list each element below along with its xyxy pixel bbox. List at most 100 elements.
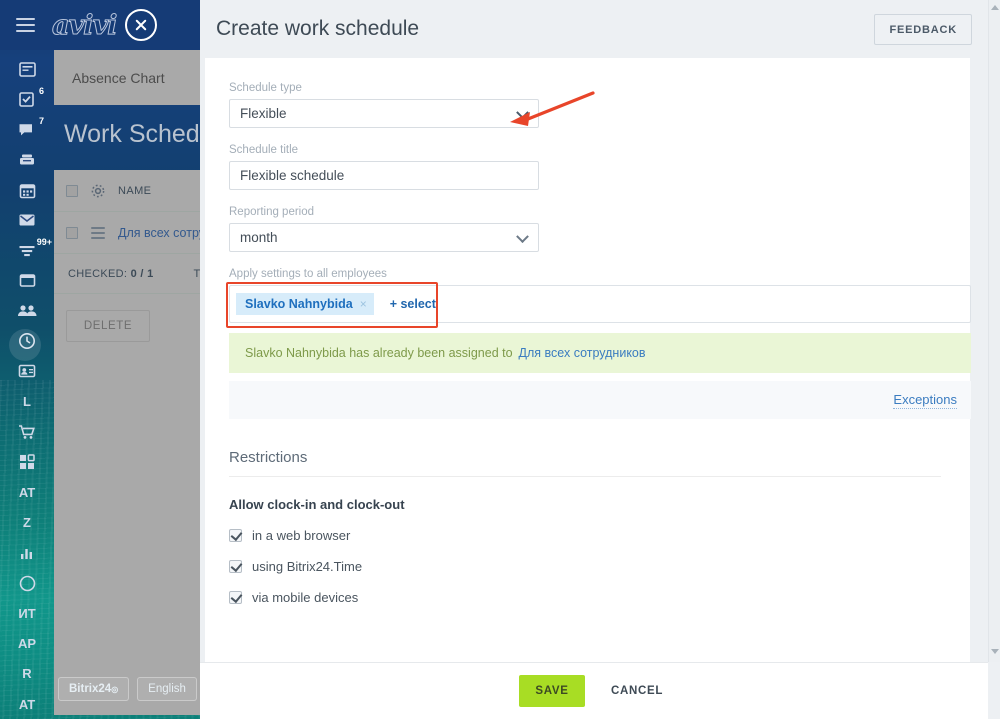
- checkbox-web-browser[interactable]: [229, 529, 242, 542]
- restrictions-section-title: Restrictions: [229, 449, 308, 466]
- sidebar-item-time[interactable]: [0, 326, 54, 362]
- page-title: Work Schedule: [64, 120, 200, 148]
- sidebar-item-worktime[interactable]: [0, 568, 54, 598]
- feed-icon: [18, 61, 36, 77]
- allow-clock-group-title: Allow clock-in and clock-out: [229, 497, 405, 512]
- row-name-link[interactable]: Для всех сотру…: [118, 226, 200, 240]
- row-checkbox[interactable]: [66, 226, 78, 239]
- sidebar-item-apps[interactable]: [0, 447, 54, 477]
- exceptions-link[interactable]: Exceptions: [893, 392, 957, 409]
- contacts-icon: [18, 365, 36, 378]
- schedule-title-input[interactable]: Flexible schedule: [229, 161, 539, 190]
- modal-content-card: Schedule type Flexible Schedule title Fl…: [205, 58, 971, 662]
- sidebar-item-contacts[interactable]: [0, 356, 54, 386]
- reporting-period-value: month: [240, 230, 278, 245]
- checked-counter: CHECKED: 0 / 1: [68, 267, 154, 280]
- scroll-up-arrow-icon[interactable]: [991, 5, 999, 13]
- brand-logo[interactable]: avivi: [51, 9, 117, 41]
- sidebar-item-feed[interactable]: [0, 54, 54, 84]
- sidebar-item-tasks[interactable]: 6: [0, 84, 54, 114]
- clock-icon: [19, 333, 35, 350]
- select-all-checkbox[interactable]: [66, 184, 78, 197]
- employee-chip-name: Slavko Nahnybida: [245, 297, 353, 311]
- subnav-bar[interactable]: Absence Chart: [54, 50, 200, 105]
- sidebar-item-app-ap[interactable]: AP: [0, 628, 54, 658]
- hamburger-icon[interactable]: [0, 18, 50, 32]
- sidebar-item-app-z[interactable]: Z: [0, 508, 54, 538]
- restriction-label-mobile: via mobile devices: [252, 590, 359, 605]
- grid-footer: CHECKED: 0 / 1 TO: [54, 254, 200, 294]
- sidebar-item-shop[interactable]: [0, 417, 54, 447]
- select-employee-link[interactable]: + select: [390, 297, 436, 311]
- drive-icon: [20, 154, 34, 165]
- bars-icon: [21, 548, 32, 559]
- sidebar-item-employees[interactable]: [0, 296, 54, 326]
- sidebar-item-sites[interactable]: [0, 266, 54, 296]
- background-application: avivi 6 7 99+ L AT Z ИТ AP R AT Absence …: [0, 0, 200, 719]
- people-icon: [18, 305, 37, 317]
- bitrix24-badge[interactable]: Bitrix24 ◎: [58, 677, 130, 701]
- apply-settings-label: Apply settings to all employees: [229, 268, 387, 280]
- footer-pills: Bitrix24 ◎ English: [0, 677, 200, 701]
- employee-selector[interactable]: Slavko Nahnybida × + select: [226, 282, 971, 328]
- sidebar-item-mail[interactable]: [0, 205, 54, 235]
- modal-header: Create work schedule: [200, 0, 988, 58]
- crm-badge: 99+: [36, 237, 52, 248]
- restriction-option-bitrix-time[interactable]: using Bitrix24.Time: [229, 559, 942, 574]
- column-header-name[interactable]: NAME: [118, 185, 151, 197]
- employee-chip[interactable]: Slavko Nahnybida ×: [236, 293, 374, 315]
- chat-badge: 7: [38, 116, 44, 127]
- grid-header-row: NAME: [54, 170, 200, 212]
- scroll-down-arrow-icon[interactable]: [991, 649, 999, 657]
- sidebar-item-app-l[interactable]: L: [0, 387, 54, 417]
- feedback-button[interactable]: FEEDBACK: [874, 14, 972, 45]
- funnel-icon: [19, 245, 35, 256]
- save-button[interactable]: SAVE: [519, 675, 585, 707]
- sidebar-item-calendar[interactable]: [0, 175, 54, 205]
- remove-employee-icon[interactable]: ×: [360, 297, 367, 311]
- bitrix24-label: Bitrix24: [69, 683, 112, 695]
- reporting-period-label: Reporting period: [229, 206, 315, 218]
- language-selector[interactable]: English: [137, 677, 197, 701]
- sidebar-item-app-it[interactable]: ИТ: [0, 598, 54, 628]
- cancel-button[interactable]: CANCEL: [611, 685, 663, 697]
- apply-settings-field: Apply settings to all employees Slavko N…: [226, 268, 971, 328]
- modal-footer: SAVE CANCEL: [200, 662, 988, 719]
- close-circle-icon[interactable]: [125, 9, 158, 41]
- sidebar-item-drive[interactable]: [0, 145, 54, 175]
- schedule-title-label: Schedule title: [229, 144, 299, 156]
- subnav-item-absence-chart[interactable]: Absence Chart: [72, 70, 165, 86]
- sidebar-item-chat[interactable]: 7: [0, 114, 54, 144]
- sidebar-item-app-at[interactable]: AT: [0, 477, 54, 507]
- reporting-period-dropdown[interactable]: month: [229, 223, 539, 252]
- cart-icon: [19, 425, 35, 439]
- tasks-icon: [19, 92, 34, 108]
- checkbox-mobile[interactable]: [229, 591, 242, 604]
- table-row[interactable]: Для всех сотру…: [54, 212, 200, 254]
- background-page-content: Absence Chart Work Schedule NAME Для все…: [54, 50, 200, 719]
- chevron-down-icon: [516, 229, 529, 243]
- schedule-type-dropdown[interactable]: Flexible: [229, 99, 539, 128]
- drag-handle-icon[interactable]: [91, 226, 105, 239]
- tasks-badge: 6: [38, 86, 44, 97]
- restriction-label-bitrix-time: using Bitrix24.Time: [252, 559, 363, 574]
- restriction-option-web-browser[interactable]: in a web browser: [229, 528, 942, 543]
- assignment-notice: Slavko Nahnybida has already been assign…: [229, 333, 971, 373]
- modal-scrollbar[interactable]: [988, 0, 1000, 662]
- schedules-grid: NAME Для всех сотру… CHECKED: 0 / 1 TO D…: [54, 170, 200, 715]
- assignment-notice-link[interactable]: Для всех сотрудников: [519, 346, 646, 360]
- modal-title: Create work schedule: [216, 17, 420, 40]
- sidebar-item-reports[interactable]: [0, 538, 54, 568]
- restriction-option-mobile[interactable]: via mobile devices: [229, 590, 942, 605]
- checkbox-bitrix-time[interactable]: [229, 560, 242, 573]
- section-divider: [229, 476, 941, 477]
- gear-icon[interactable]: [91, 184, 105, 198]
- sidebar-item-crm[interactable]: 99+: [0, 235, 54, 265]
- left-icon-rail[interactable]: 6 7 99+ L AT Z ИТ AP R AT: [0, 50, 54, 719]
- schedule-type-value: Flexible: [240, 106, 287, 121]
- chevron-down-icon: [516, 105, 529, 119]
- reporting-period-field: Reporting period month: [229, 206, 942, 252]
- delete-button[interactable]: DELETE: [66, 310, 150, 342]
- schedule-title-value: Flexible schedule: [240, 168, 345, 183]
- restriction-label-web-browser: in a web browser: [252, 528, 351, 543]
